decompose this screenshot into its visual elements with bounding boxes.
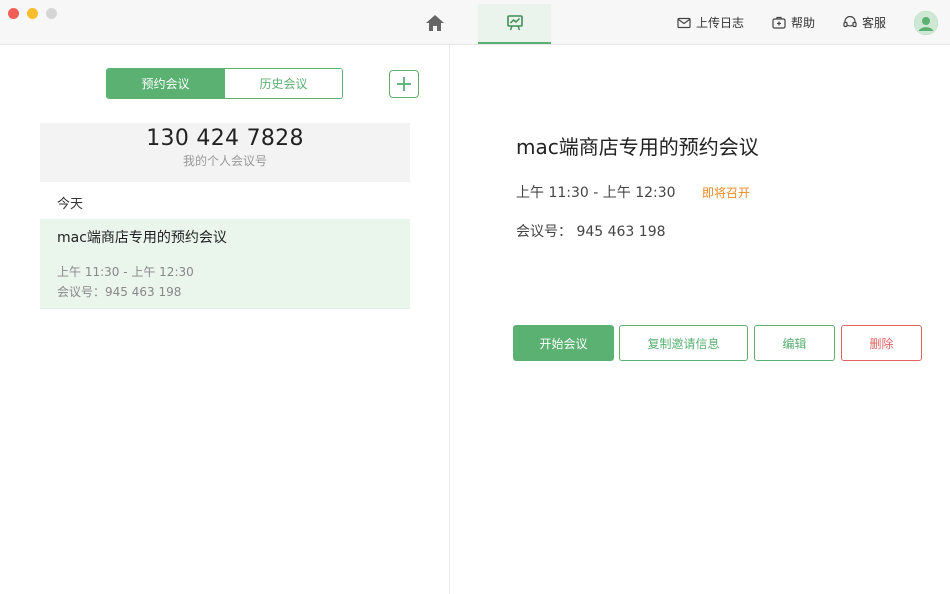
window-controls [8,8,57,19]
tab-history-meetings[interactable]: 历史会议 [224,69,342,98]
meeting-detail-pane: mac端商店专用的预约会议 上午 11:30 - 上午 12:30 即将召开 会… [451,45,950,594]
help-label: 帮助 [790,16,815,30]
user-avatar[interactable] [914,10,938,35]
help-kit-icon [772,16,786,29]
detail-time: 上午 11:30 - 上午 12:30 [516,185,676,201]
mail-icon [677,17,691,28]
personal-meeting-number: 130 424 7828 [146,126,304,151]
edit-button[interactable]: 编辑 [754,325,835,361]
home-icon [426,15,444,31]
personal-meeting-label: 我的个人会议号 [182,154,267,168]
detail-title: mac端商店专用的预约会议 [516,135,759,159]
headset-icon [843,16,857,28]
status-badge: 即将召开 [702,186,751,200]
plus-icon [397,77,411,91]
copy-invite-button[interactable]: 复制邀请信息 [619,325,748,361]
detail-meeting-id: 会议号： 945 463 198 [516,224,666,240]
meeting-item-time: 上午 11:30 - 上午 12:30 [57,265,194,279]
title-bar: 上传日志 帮助 客服 [0,0,950,45]
user-icon [914,10,938,35]
meeting-board-icon [506,15,523,31]
close-window-button[interactable] [8,8,19,19]
zoom-window-button[interactable] [46,8,57,19]
upload-log-label: 上传日志 [695,16,744,30]
day-group-label: 今天 [57,197,84,212]
start-meeting-button[interactable]: 开始会议 [513,325,614,361]
minimize-window-button[interactable] [27,8,38,19]
meeting-item-id: 会议号：945 463 198 [57,285,182,299]
customer-service-button[interactable]: 客服 [843,14,886,31]
meeting-tabs: 预约会议 历史会议 [106,68,343,99]
upload-log-button[interactable]: 上传日志 [677,14,744,31]
personal-meeting-card[interactable]: 130 424 7828 我的个人会议号 [40,123,410,182]
help-button[interactable]: 帮助 [772,14,815,31]
meeting-list-pane: 预约会议 历史会议 130 424 7828 我的个人会议号 今天 mac端商店… [0,45,450,594]
add-meeting-button[interactable] [389,70,419,98]
meeting-item-title: mac端商店专用的预约会议 [57,230,227,246]
top-actions: 上传日志 帮助 客服 [677,0,950,45]
delete-button[interactable]: 删除 [841,325,922,361]
list-item[interactable]: mac端商店专用的预约会议 上午 11:30 - 上午 12:30 会议号：94… [40,219,410,309]
nav-home-tab[interactable] [412,4,458,42]
nav-meetings-tab[interactable] [478,4,551,44]
customer-service-label: 客服 [861,16,886,30]
tab-scheduled-meetings[interactable]: 预约会议 [107,69,224,98]
